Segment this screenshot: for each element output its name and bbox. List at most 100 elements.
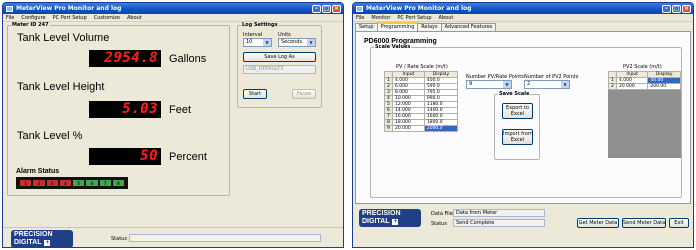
programming-panel: PD6000 Programming Scale Values PV / Rat… — [355, 31, 691, 204]
menu-customize[interactable]: Customize — [94, 15, 120, 21]
alarm-led: 1 — [20, 180, 32, 186]
tab-advanced-features[interactable]: Advanced Features — [440, 23, 497, 31]
save-scale-group: Save Scale — [494, 91, 540, 160]
plus-icon: + — [44, 240, 51, 246]
pause-button[interactable]: Pause — [292, 89, 316, 99]
alarm-led: 7 — [99, 180, 111, 186]
import-from-excel-button[interactable]: Import from Excel — [502, 129, 533, 145]
chevron-down-icon[interactable]: ▼ — [263, 39, 271, 46]
maximize-icon[interactable]: □ — [672, 4, 681, 13]
table-row[interactable]: 2 20.000 200.00 — [608, 83, 681, 90]
monitor-window: MeterView Pro Monitor and log – □ × File… — [2, 2, 344, 248]
save-log-as-button[interactable]: Save Log As — [243, 52, 316, 62]
title-bar[interactable]: MeterView Pro Monitor and log – □ × — [353, 3, 693, 14]
start-button[interactable]: Start — [243, 89, 267, 99]
pv2-table-title: PV2 Scale (m/t) — [623, 64, 662, 70]
display-3-label: Tank Level % — [17, 130, 83, 142]
status-label: Status — [111, 236, 127, 242]
data-file-field: Data from Meter — [453, 209, 545, 217]
status-label: Status — [431, 221, 447, 227]
exit-button[interactable]: Exit — [669, 218, 689, 228]
input-cell[interactable]: 20.000 — [392, 125, 425, 132]
row-number: 2 — [608, 83, 617, 90]
log-settings-title: Log Settings — [242, 22, 278, 28]
interval-value: 10 — [246, 39, 253, 45]
menu-pc-port-setup[interactable]: PC Port Setup — [53, 15, 87, 21]
tab-relays[interactable]: Relays — [417, 23, 442, 31]
alarm-status-label: Alarm Status — [16, 168, 60, 175]
menu-about[interactable]: About — [439, 15, 454, 21]
close-icon[interactable]: × — [682, 4, 691, 13]
display-2-label: Tank Level Height — [17, 81, 105, 93]
close-icon[interactable]: × — [332, 4, 341, 13]
status-field: Send Complete — [453, 219, 545, 227]
pv2-points-value: 2 — [527, 81, 531, 87]
pv-scale-table[interactable]: Input Display 1 4.000 400.0 2 6.000 590.0 3 8.0… — [384, 71, 459, 132]
pv-points-value: 9 — [469, 81, 473, 87]
menu-pc-port-setup[interactable]: PC Port Setup — [397, 15, 431, 21]
window-title: MeterView Pro Monitor and log — [16, 5, 122, 12]
display-3-value: 50 — [89, 148, 161, 165]
status-field — [129, 234, 321, 242]
app-icon — [6, 5, 13, 12]
logo-line-2: DIGITAL — [14, 239, 42, 246]
precision-digital-logo: PRECISION DIGITAL + — [359, 209, 421, 227]
tab-strip: Setup Programming Relays Advanced Featur… — [355, 22, 497, 31]
app-icon — [356, 5, 363, 12]
units-select[interactable]: Seconds ▼ — [278, 38, 316, 47]
display-3-unit: Percent — [169, 151, 207, 163]
send-meter-data-button[interactable]: Send Meter Data — [622, 218, 666, 228]
monitor-body: Meter ID 247 Tank Level Volume 2954.8 Ga… — [3, 22, 343, 247]
chevron-down-icon[interactable]: ▼ — [503, 81, 511, 88]
input-cell[interactable]: 20.000 — [615, 83, 649, 90]
get-meter-data-button[interactable]: Get Meter Data — [577, 218, 619, 228]
minimize-icon[interactable]: – — [662, 4, 671, 13]
display-cell[interactable]: 200.00 — [647, 83, 681, 90]
logo-line-1: PRECISION — [362, 210, 401, 217]
export-line-2: Excel — [510, 111, 525, 117]
menu-file[interactable]: File — [6, 15, 14, 21]
display-2-unit: Feet — [169, 104, 192, 116]
menu-file[interactable]: File — [356, 15, 364, 21]
tab-setup[interactable]: Setup — [355, 23, 378, 31]
minimize-icon[interactable]: – — [312, 4, 321, 13]
chevron-down-icon[interactable]: ▼ — [561, 81, 569, 88]
logo-line-1: PRECISION — [14, 231, 53, 238]
table-row[interactable]: 9 20.000 2000.0 — [384, 125, 459, 132]
menu-bar: File Monitor PC Port Setup About — [353, 14, 693, 22]
alarm-led: 5 — [73, 180, 85, 186]
menu-monitor[interactable]: Monitor — [371, 15, 390, 21]
maximize-icon[interactable]: □ — [322, 4, 331, 13]
plus-icon: + — [392, 219, 399, 225]
interval-select[interactable]: 10 ▼ — [243, 38, 272, 47]
pv-points-select[interactable]: 9 ▼ — [466, 80, 512, 89]
import-line-2: Excel — [510, 137, 525, 143]
meter-group-title: Meter ID 247 — [12, 22, 49, 28]
window-title: MeterView Pro Monitor and log — [366, 5, 472, 12]
scale-values-title: Scale Values — [375, 44, 411, 50]
export-to-excel-button[interactable]: Export to Excel — [502, 103, 533, 119]
pv2-points-select[interactable]: 2 ▼ — [524, 80, 570, 89]
alarm-led: 6 — [86, 180, 98, 186]
precision-digital-logo: PRECISION DIGITAL + — [11, 230, 73, 247]
programming-window: MeterView Pro Monitor and log – □ × File… — [352, 2, 694, 248]
alarm-led: 3 — [46, 180, 58, 186]
footer: PRECISION DIGITAL + Status — [3, 227, 343, 247]
chevron-down-icon[interactable]: ▼ — [307, 39, 315, 46]
pv2-scale-table[interactable]: Input Display 1 4.000 40.00 2 20.000 200.00 — [608, 71, 681, 90]
display-1-unit: Gallons — [169, 53, 207, 65]
display-cell[interactable]: 2000.0 — [423, 125, 459, 132]
alarm-led: 4 — [59, 180, 71, 186]
display-1-label: Tank Level Volume — [17, 32, 110, 44]
tab-programming[interactable]: Programming — [376, 22, 419, 31]
alarm-led: 8 — [112, 180, 124, 186]
title-bar[interactable]: MeterView Pro Monitor and log – □ × — [3, 3, 343, 14]
display-2-value: 5.03 — [89, 101, 161, 118]
log-path-field[interactable]: USB_DEFAULT3 — [243, 65, 316, 74]
menu-about[interactable]: About — [127, 15, 142, 21]
footer: PRECISION DIGITAL + Data File Data from M… — [353, 206, 693, 229]
display-1-value: 2954.8 — [89, 50, 161, 67]
menu-configure[interactable]: Configure — [21, 15, 45, 21]
alarm-led: 2 — [33, 180, 45, 186]
alarm-led-bar: 12345678 — [16, 177, 128, 189]
